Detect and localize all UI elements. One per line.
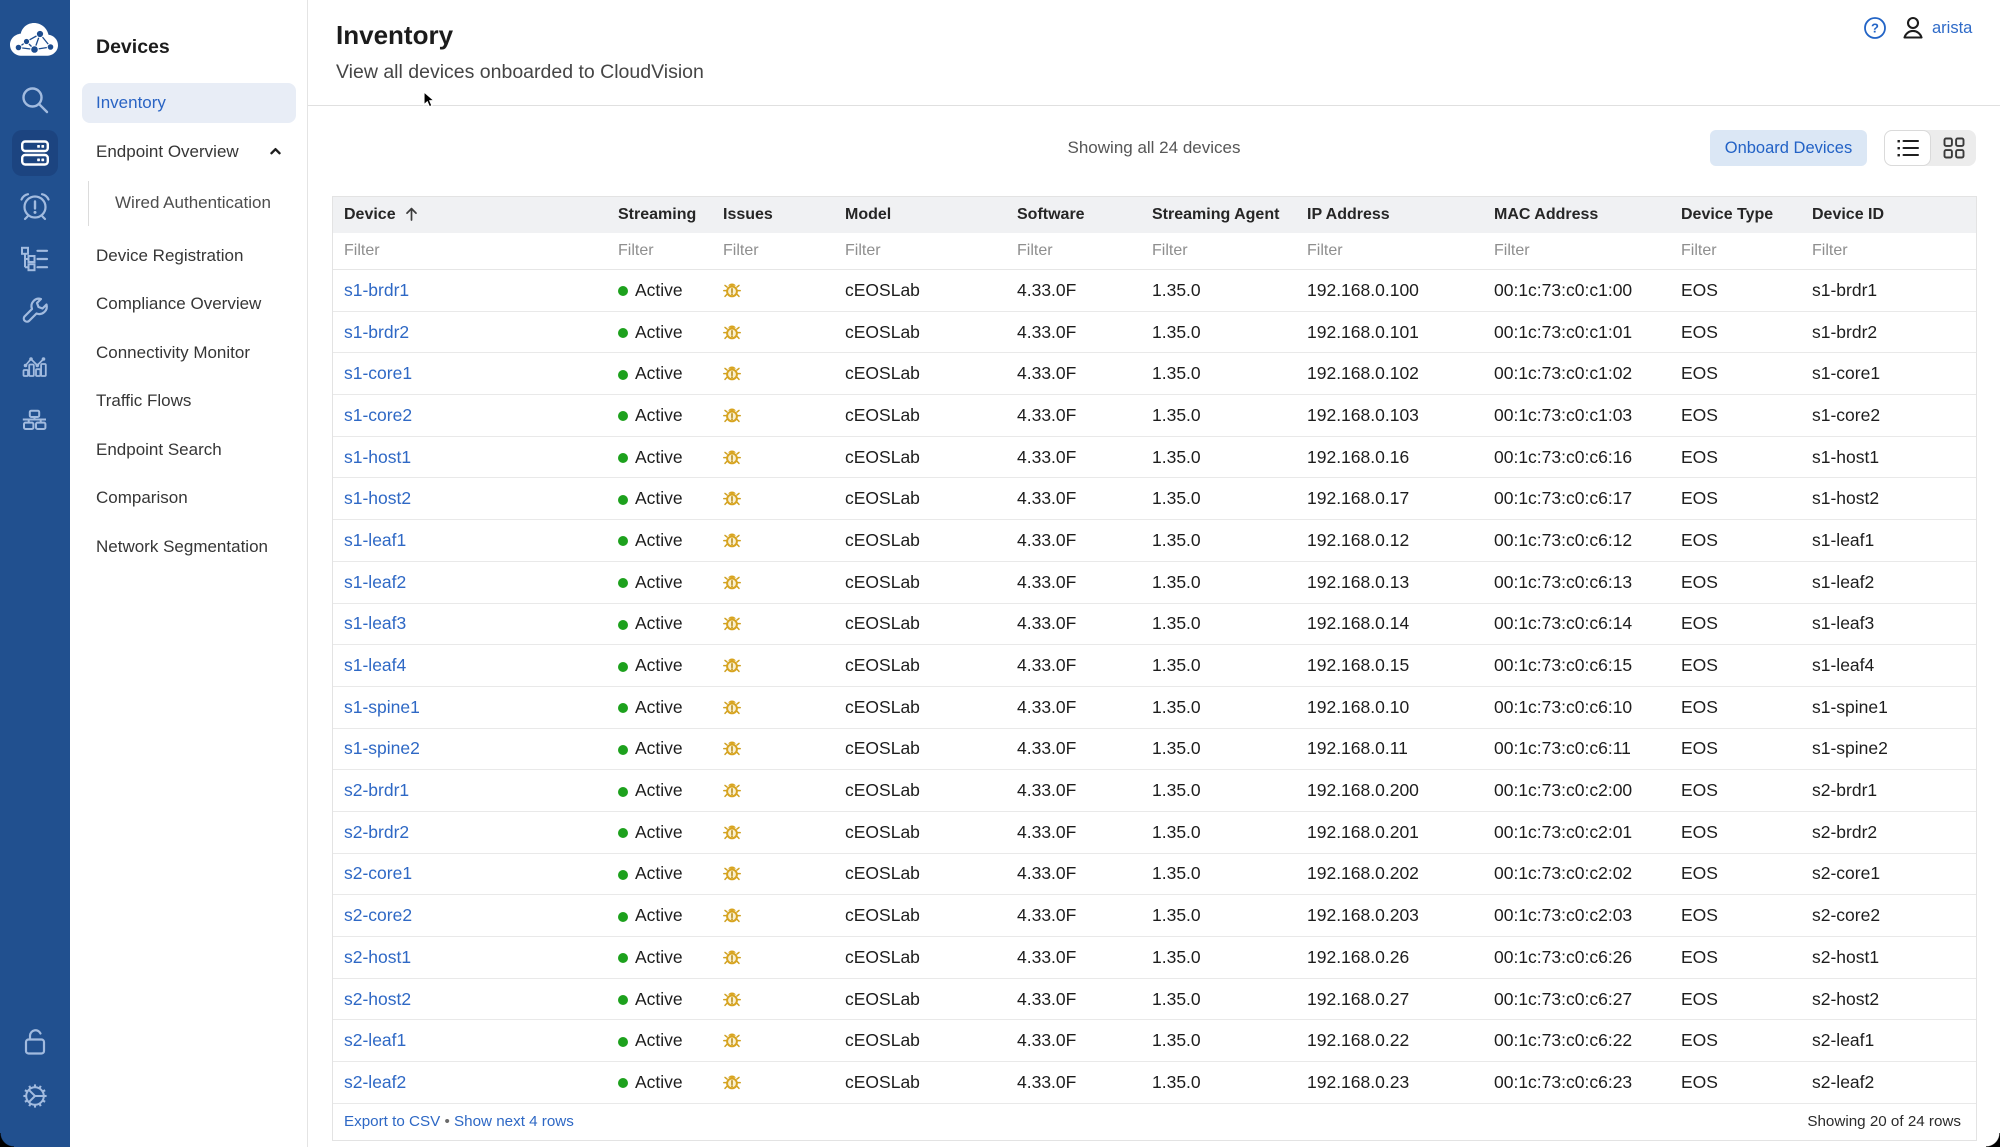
svg-text:?: ? [1871, 21, 1879, 36]
